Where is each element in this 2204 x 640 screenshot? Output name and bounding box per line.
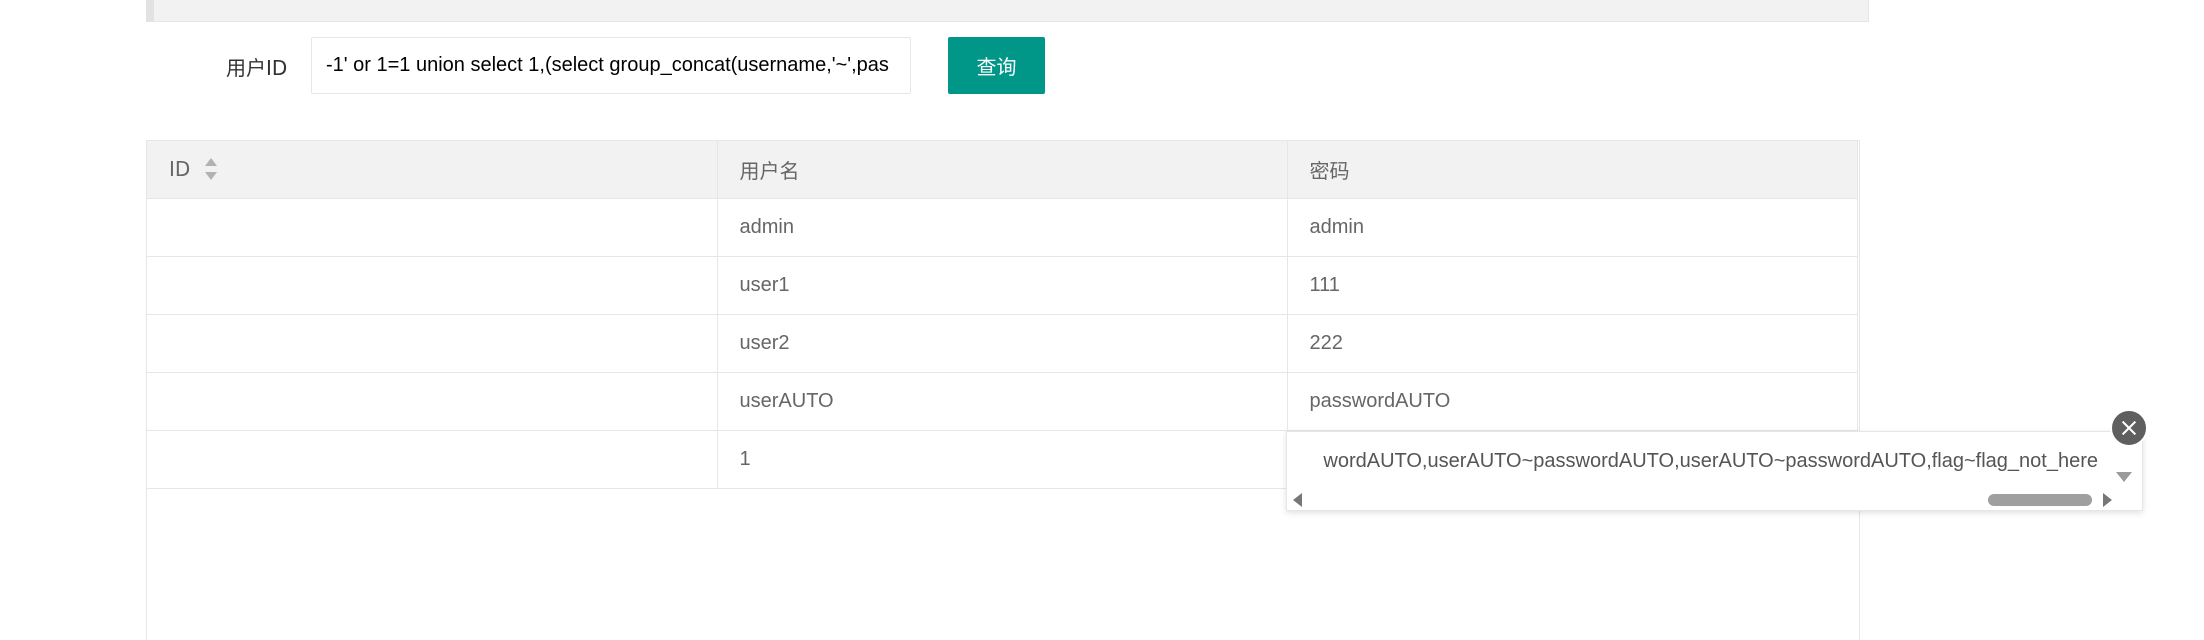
column-header-username: 用户名 (717, 141, 1288, 199)
column-header-id[interactable]: ID (147, 141, 718, 199)
table-row: user2 222 (147, 314, 1858, 373)
query-button[interactable]: 查询 (948, 37, 1045, 94)
cell-password[interactable]: 111 (1287, 256, 1858, 315)
table-row: user1 111 (147, 256, 1858, 315)
cell-password[interactable]: 222 (1287, 314, 1858, 373)
cell-username[interactable]: user1 (717, 256, 1288, 315)
user-id-input[interactable] (311, 37, 911, 94)
cell-username[interactable]: 1 (717, 430, 1288, 489)
cell-id[interactable] (147, 430, 718, 489)
column-header-id-label: ID (169, 157, 191, 181)
cell-id[interactable] (147, 256, 718, 315)
table-header-row: ID 用户名 密码 (147, 141, 1858, 199)
scroll-left-icon[interactable] (1293, 493, 1302, 507)
cell-password[interactable]: passwordAUTO (1287, 372, 1858, 431)
cell-password[interactable]: admin (1287, 198, 1858, 257)
user-id-label: 用户ID (226, 56, 288, 80)
table-row: userAUTO passwordAUTO (147, 372, 1858, 431)
close-icon[interactable] (2110, 409, 2148, 447)
cell-username[interactable]: admin (717, 198, 1288, 257)
scroll-right-icon[interactable] (2103, 493, 2112, 507)
cell-username[interactable]: userAUTO (717, 372, 1288, 431)
cell-id[interactable] (147, 372, 718, 431)
chevron-down-icon[interactable] (2116, 472, 2132, 482)
cell-content-popup: wordAUTO,userAUTO~passwordAUTO,userAUTO~… (1286, 431, 2143, 511)
results-table-container: ID 用户名 密码 admin admin user1 111 user2 22… (146, 140, 1860, 640)
cell-id[interactable] (147, 314, 718, 373)
table-row: admin admin (147, 198, 1858, 257)
top-panel (146, 0, 1869, 22)
horizontal-scrollbar-thumb[interactable] (1988, 494, 2092, 506)
sort-icon[interactable] (204, 157, 218, 180)
cell-username[interactable]: user2 (717, 314, 1288, 373)
cell-id[interactable] (147, 198, 718, 257)
column-header-password: 密码 (1287, 141, 1858, 199)
popup-cell-text: wordAUTO,userAUTO~passwordAUTO,userAUTO~… (1323, 450, 2098, 472)
